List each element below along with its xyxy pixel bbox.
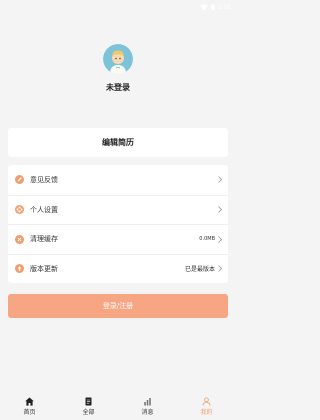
tab-label: 全部 [82, 408, 95, 416]
tab-label: 我的 [200, 408, 213, 416]
tab-label: 消息 [141, 408, 154, 416]
edit-resume-label: 编辑简历 [102, 138, 134, 147]
bottom-tab-bar: 首页 全部 消息 我的 [0, 392, 236, 420]
tab-mine[interactable]: 我的 [177, 392, 236, 420]
gear-icon [15, 205, 24, 215]
menu-item-settings[interactable]: 个人设置 [8, 194, 228, 225]
version-status-value: 已是最版本 [184, 266, 215, 274]
chevron-right-icon [218, 176, 222, 184]
menu-item-clear-cache[interactable]: 清理缓存 0.0MB [8, 224, 228, 254]
close-icon [15, 234, 24, 244]
menu-item-version-update[interactable]: 版本更新 已是最版本 [8, 253, 228, 284]
home-icon [25, 397, 34, 406]
chevron-right-icon [218, 265, 222, 273]
tab-all[interactable]: 全部 [59, 392, 118, 420]
menu-item-label: 版本更新 [30, 264, 58, 273]
battery-icon [210, 4, 215, 10]
chevron-right-icon [218, 235, 222, 243]
status-bar: 2:06 [0, 0, 236, 14]
tab-home[interactable]: 首页 [0, 392, 59, 420]
edit-resume-button[interactable]: 编辑简历 [8, 128, 228, 157]
menu-item-label: 意见反馈 [30, 175, 58, 184]
menu-item-feedback[interactable]: 意见反馈 [8, 165, 228, 195]
cache-size-value: 0.0MB [199, 236, 215, 243]
login-register-button[interactable]: 登录/注册 [8, 294, 228, 318]
person-icon [202, 396, 211, 406]
wifi-icon [199, 4, 208, 10]
profile-header: 未登录 [0, 44, 236, 93]
settings-menu: 意见反馈 个人设置 清理缓存 0.0MB 版本更新 已是最版本 [8, 165, 228, 283]
status-time: 2:06 [217, 3, 231, 11]
tab-label: 首页 [23, 408, 36, 416]
menu-item-label: 清理缓存 [30, 235, 58, 244]
tab-messages[interactable]: 消息 [118, 392, 177, 420]
chevron-right-icon [218, 206, 222, 214]
bar-chart-icon [144, 397, 151, 405]
login-status[interactable]: 未登录 [106, 82, 130, 93]
document-icon [85, 397, 92, 405]
arrow-up-icon [15, 264, 24, 274]
edit-icon [15, 175, 24, 185]
avatar-icon[interactable] [103, 44, 133, 74]
menu-item-label: 个人设置 [30, 205, 58, 214]
login-register-label: 登录/注册 [102, 302, 134, 310]
